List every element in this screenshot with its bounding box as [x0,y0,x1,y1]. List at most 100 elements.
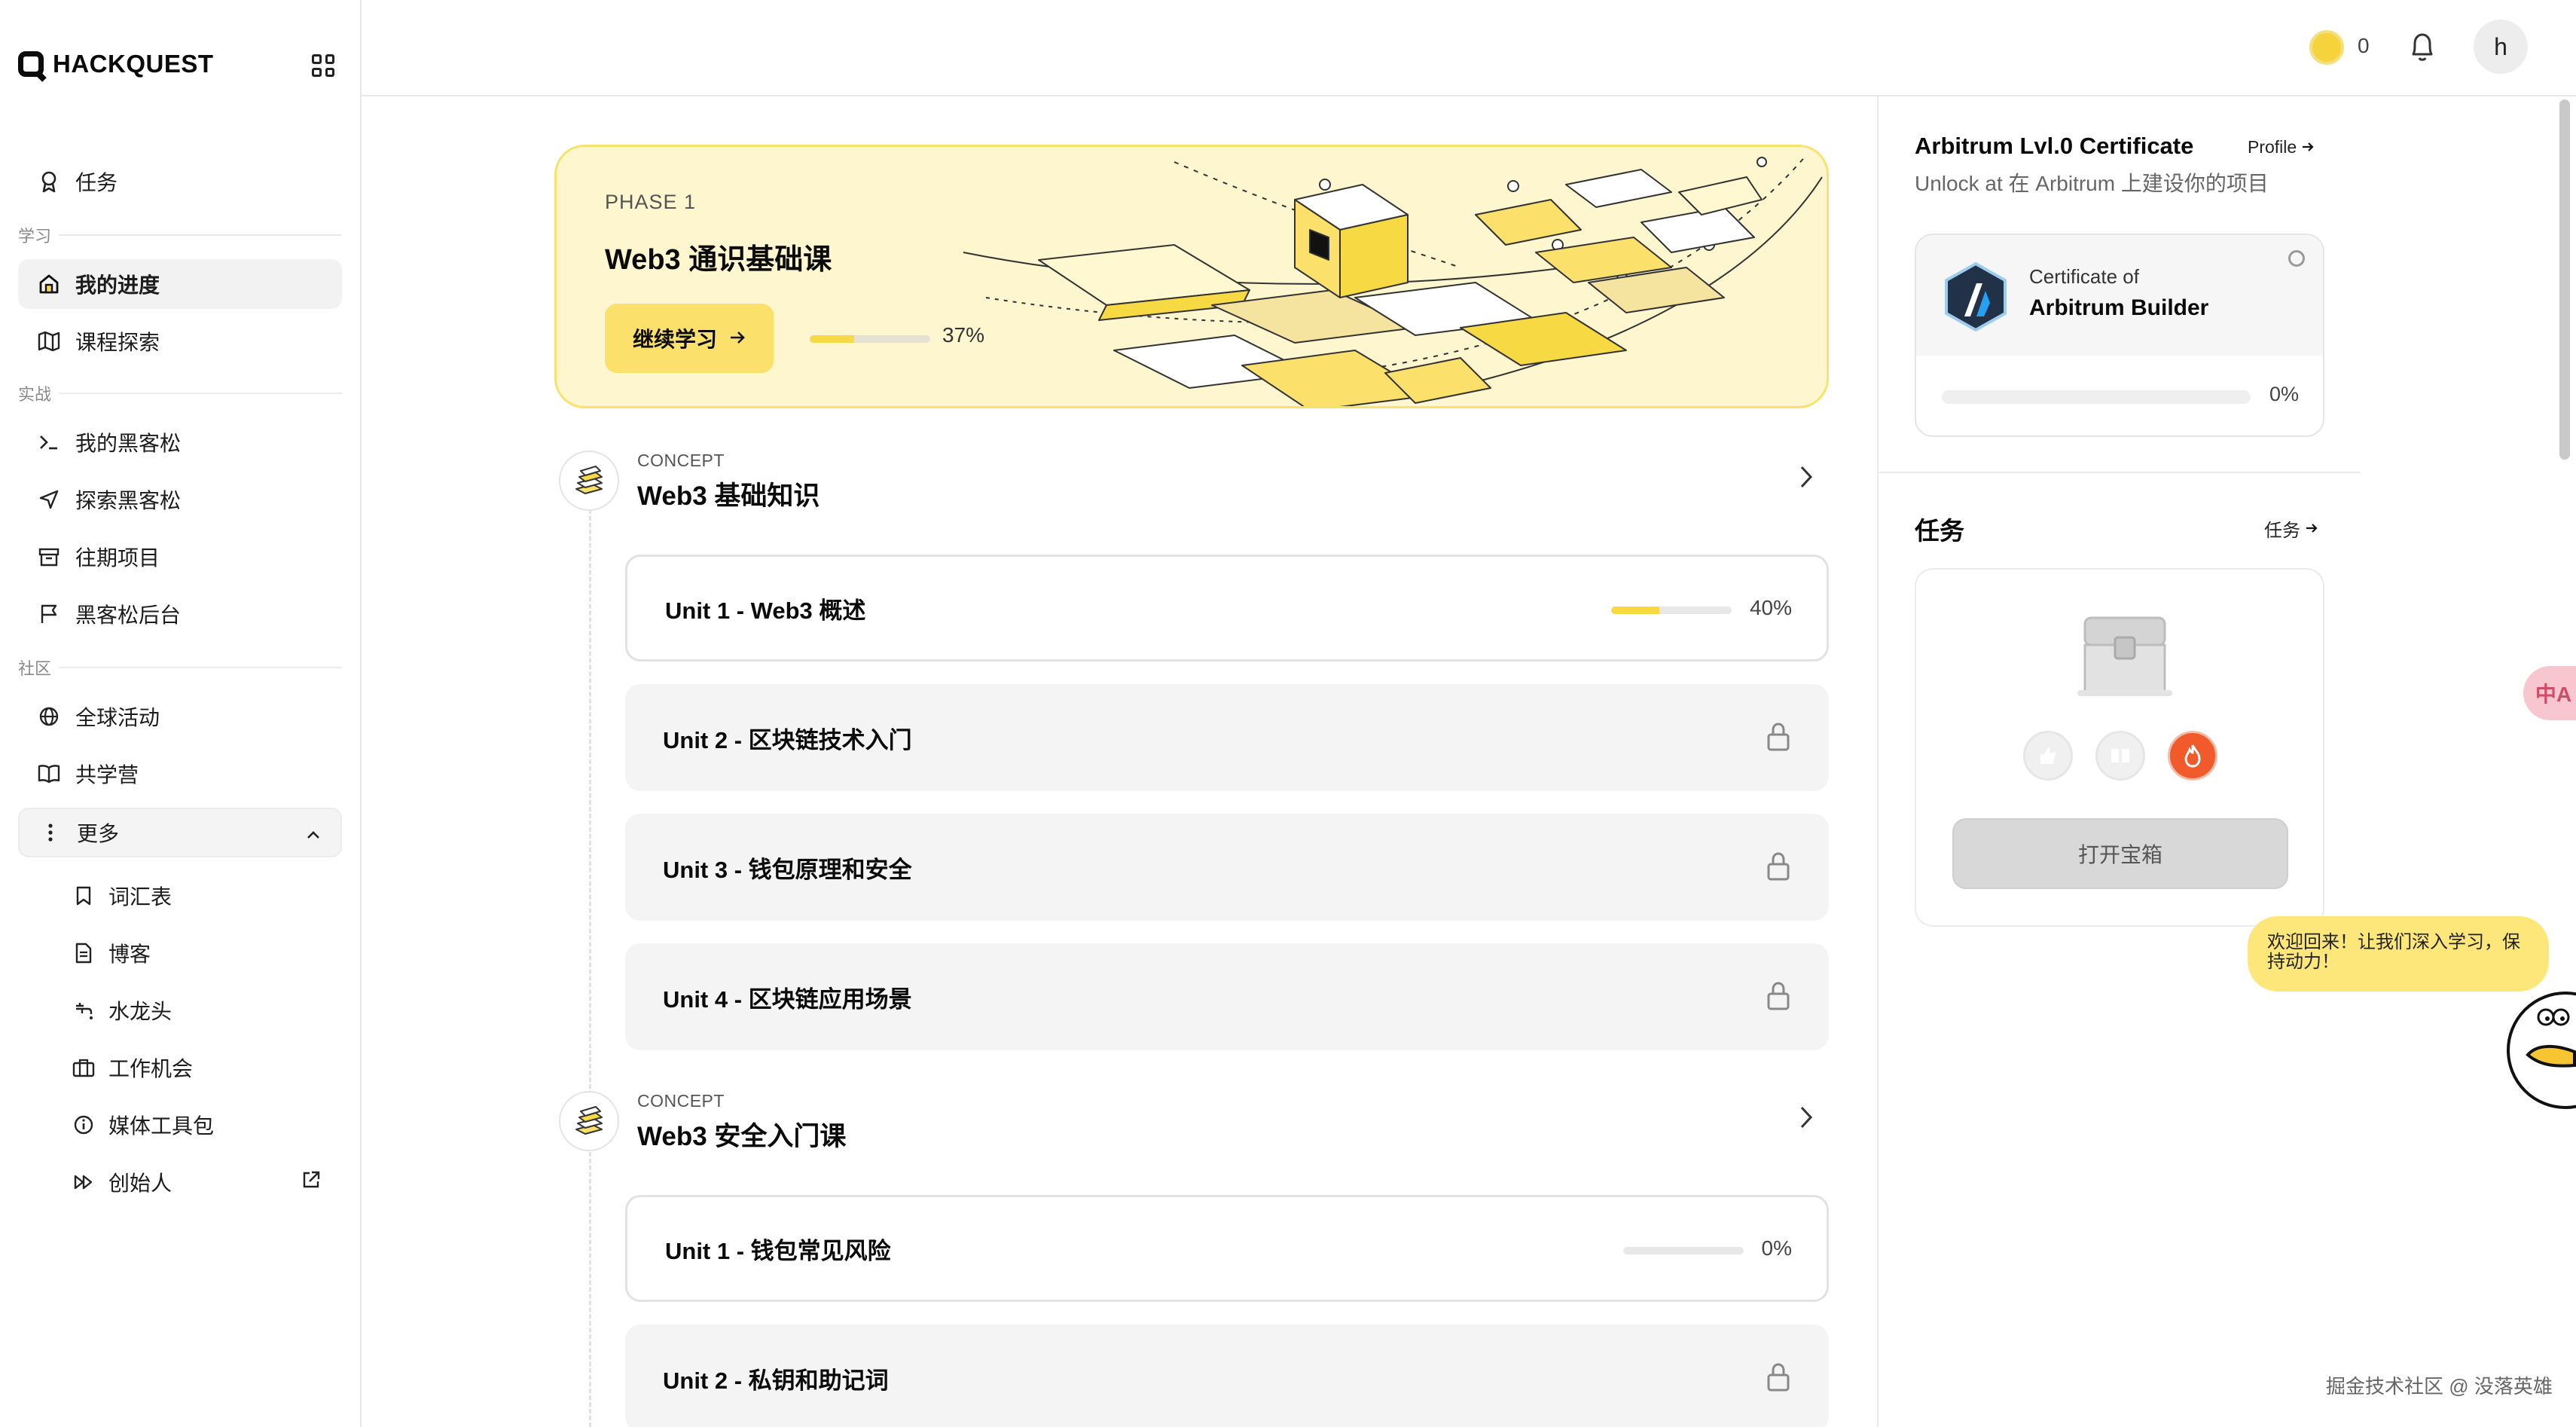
lock-icon [1766,851,1791,888]
phase-label: PHASE 1 [605,191,697,213]
unit-card-locked[interactable]: Unit 2 - 区块链技术入门 [625,684,1829,791]
phase-illustration [963,154,1823,406]
coin-count: 0 [2358,34,2370,57]
sidebar-item-my-hackathon[interactable]: 我的黑客松 [18,417,342,467]
profile-link[interactable]: Profile [2248,137,2315,157]
unit-title: Unit 4 - 区块链应用场景 [663,985,912,1013]
mascot-chat-bubble: 欢迎回来！让我们深入学习，保持动力！ [2248,916,2549,992]
sidebar-item-label: 博客 [108,943,151,966]
phase-progress-fill [810,335,855,343]
more-vertical-icon [39,821,62,844]
hackquest-logo[interactable]: HACKQUEST [18,50,214,78]
certificate-title: Arbitrum Lvl.0 Certificate [1915,133,2194,159]
phase-card: PHASE 1 Web3 通识基础课 继续学习 37% [554,145,1829,408]
sidebar-item-tasks[interactable]: 任务 [18,157,342,206]
certificate-subtitle: Unlock at 在 Arbitrum 上建设你的项目 [1915,172,2269,195]
external-link-icon [301,1170,321,1195]
concept-header[interactable]: CONCEPT Web3 基础知识 [559,443,1829,518]
certificate-card[interactable]: Certificate of Arbitrum Builder 0% [1915,234,2324,437]
unit-card-locked[interactable]: Unit 4 - 区块链应用场景 [625,943,1829,1050]
concept-tag: CONCEPT [637,1091,725,1111]
unit-card[interactable]: Unit 1 - Web3 概述 40% [625,555,1829,662]
sidebar-item-label: 共学营 [75,763,139,787]
sidebar-item-my-progress[interactable]: 我的进度 [18,259,342,309]
certificate-badge-icon [2288,250,2305,267]
open-book-icon [2095,731,2145,781]
unit-progress-bar [1611,607,1732,614]
unit-card[interactable]: Unit 1 - 钱包常见风险 0% [625,1195,1829,1302]
globe-icon [38,705,60,728]
sidebar-item-label: 词汇表 [108,885,172,909]
map-icon [38,330,60,353]
right-column-divider [1877,96,1879,1427]
user-avatar[interactable]: h [2474,20,2528,74]
sidebar-item-label: 更多 [77,822,120,845]
mascot-duck-icon[interactable] [2502,984,2576,1135]
profile-link-label: Profile [2248,137,2297,157]
open-chest-button[interactable]: 打开宝箱 [1952,818,2288,889]
sidebar-item-past-projects[interactable]: 往期项目 [18,532,342,582]
sidebar-item-label: 黑客松后台 [75,603,182,627]
unit-progress-text: 40% [1749,596,1792,619]
sidebar-item-label: 课程探索 [75,331,160,354]
sidebar-item-study-camp[interactable]: 共学营 [18,749,342,799]
unit-title: Unit 2 - 私钥和助记词 [663,1367,889,1394]
unit-progress-text: 0% [1761,1236,1792,1260]
bookmark-icon [72,885,95,907]
lock-icon [1766,1362,1791,1398]
terminal-icon [38,431,60,454]
sidebar-item-label: 往期项目 [75,546,160,570]
bell-icon[interactable] [2407,30,2437,63]
fire-icon [2168,731,2217,781]
sidebar-item-label: 水龙头 [108,1000,172,1023]
faucet-icon [72,999,95,1022]
watermark: 掘金技术社区 @ 没落英雄 [2326,1375,2553,1398]
timeline-line [589,482,591,1427]
sidebar-item-jobs[interactable]: 工作机会 [72,1043,342,1092]
flag-icon [38,603,60,625]
sidebar-item-global-events[interactable]: 全球活动 [18,692,342,741]
sidebar-item-glossary[interactable]: 词汇表 [72,871,342,921]
arrow-right-icon [2301,137,2315,157]
book-icon [38,762,60,785]
unit-title: Unit 2 - 区块链技术入门 [663,726,912,753]
continue-learning-label: 继续学习 [632,328,717,351]
stacked-books-icon [559,1091,619,1151]
sidebar-item-media-kit[interactable]: 媒体工具包 [72,1100,342,1150]
lock-icon [1766,981,1791,1017]
sidebar-item-blog[interactable]: 博客 [72,928,342,978]
sidebar-item-hackathon-admin[interactable]: 黑客松后台 [18,589,342,639]
sidebar-item-course-explore[interactable]: 课程探索 [18,316,342,366]
translate-button[interactable]: 中A [2523,666,2576,720]
sidebar-item-faucet[interactable]: 水龙头 [72,985,342,1035]
sidebar-item-label: 我的黑客松 [75,432,182,455]
unit-card-locked[interactable]: Unit 2 - 私钥和助记词 [625,1325,1829,1427]
sidebar-item-label: 全球活动 [75,706,160,729]
lock-icon [1766,722,1791,758]
concept-header[interactable]: CONCEPT Web3 安全入门课 [559,1083,1829,1159]
send-icon [38,488,60,511]
medal-icon [38,170,60,193]
concept-title: Web3 基础知识 [637,481,820,511]
continue-learning-button[interactable]: 继续学习 [605,304,774,373]
coin-icon[interactable] [2309,30,2344,65]
sidebar-item-founders[interactable]: 创始人 [72,1157,342,1207]
unit-card-locked[interactable]: Unit 3 - 钱包原理和安全 [625,814,1829,921]
apps-grid-icon[interactable] [312,54,334,77]
sidebar-more-toggle[interactable]: 更多 [18,808,342,857]
chevron-up-icon [306,820,321,845]
chevron-right-icon [1799,1105,1814,1134]
tasks-title: 任务 [1915,517,1964,545]
thumbs-up-icon [2023,731,2073,781]
page-scrollbar[interactable] [2559,99,2570,460]
arbitrum-logo-icon [1945,261,2007,332]
section-label-community: 社区 [18,655,342,680]
top-bar [362,0,2576,96]
phase-title: Web3 通识基础课 [605,244,832,276]
sidebar-item-label: 任务 [75,171,118,194]
sidebar-item-explore-hackathon[interactable]: 探索黑客松 [18,475,342,524]
tasks-link[interactable]: 任务 [2264,515,2318,542]
logo-mark-icon [18,51,44,77]
right-column-separator [1879,472,2361,473]
fast-forward-icon [72,1171,95,1193]
